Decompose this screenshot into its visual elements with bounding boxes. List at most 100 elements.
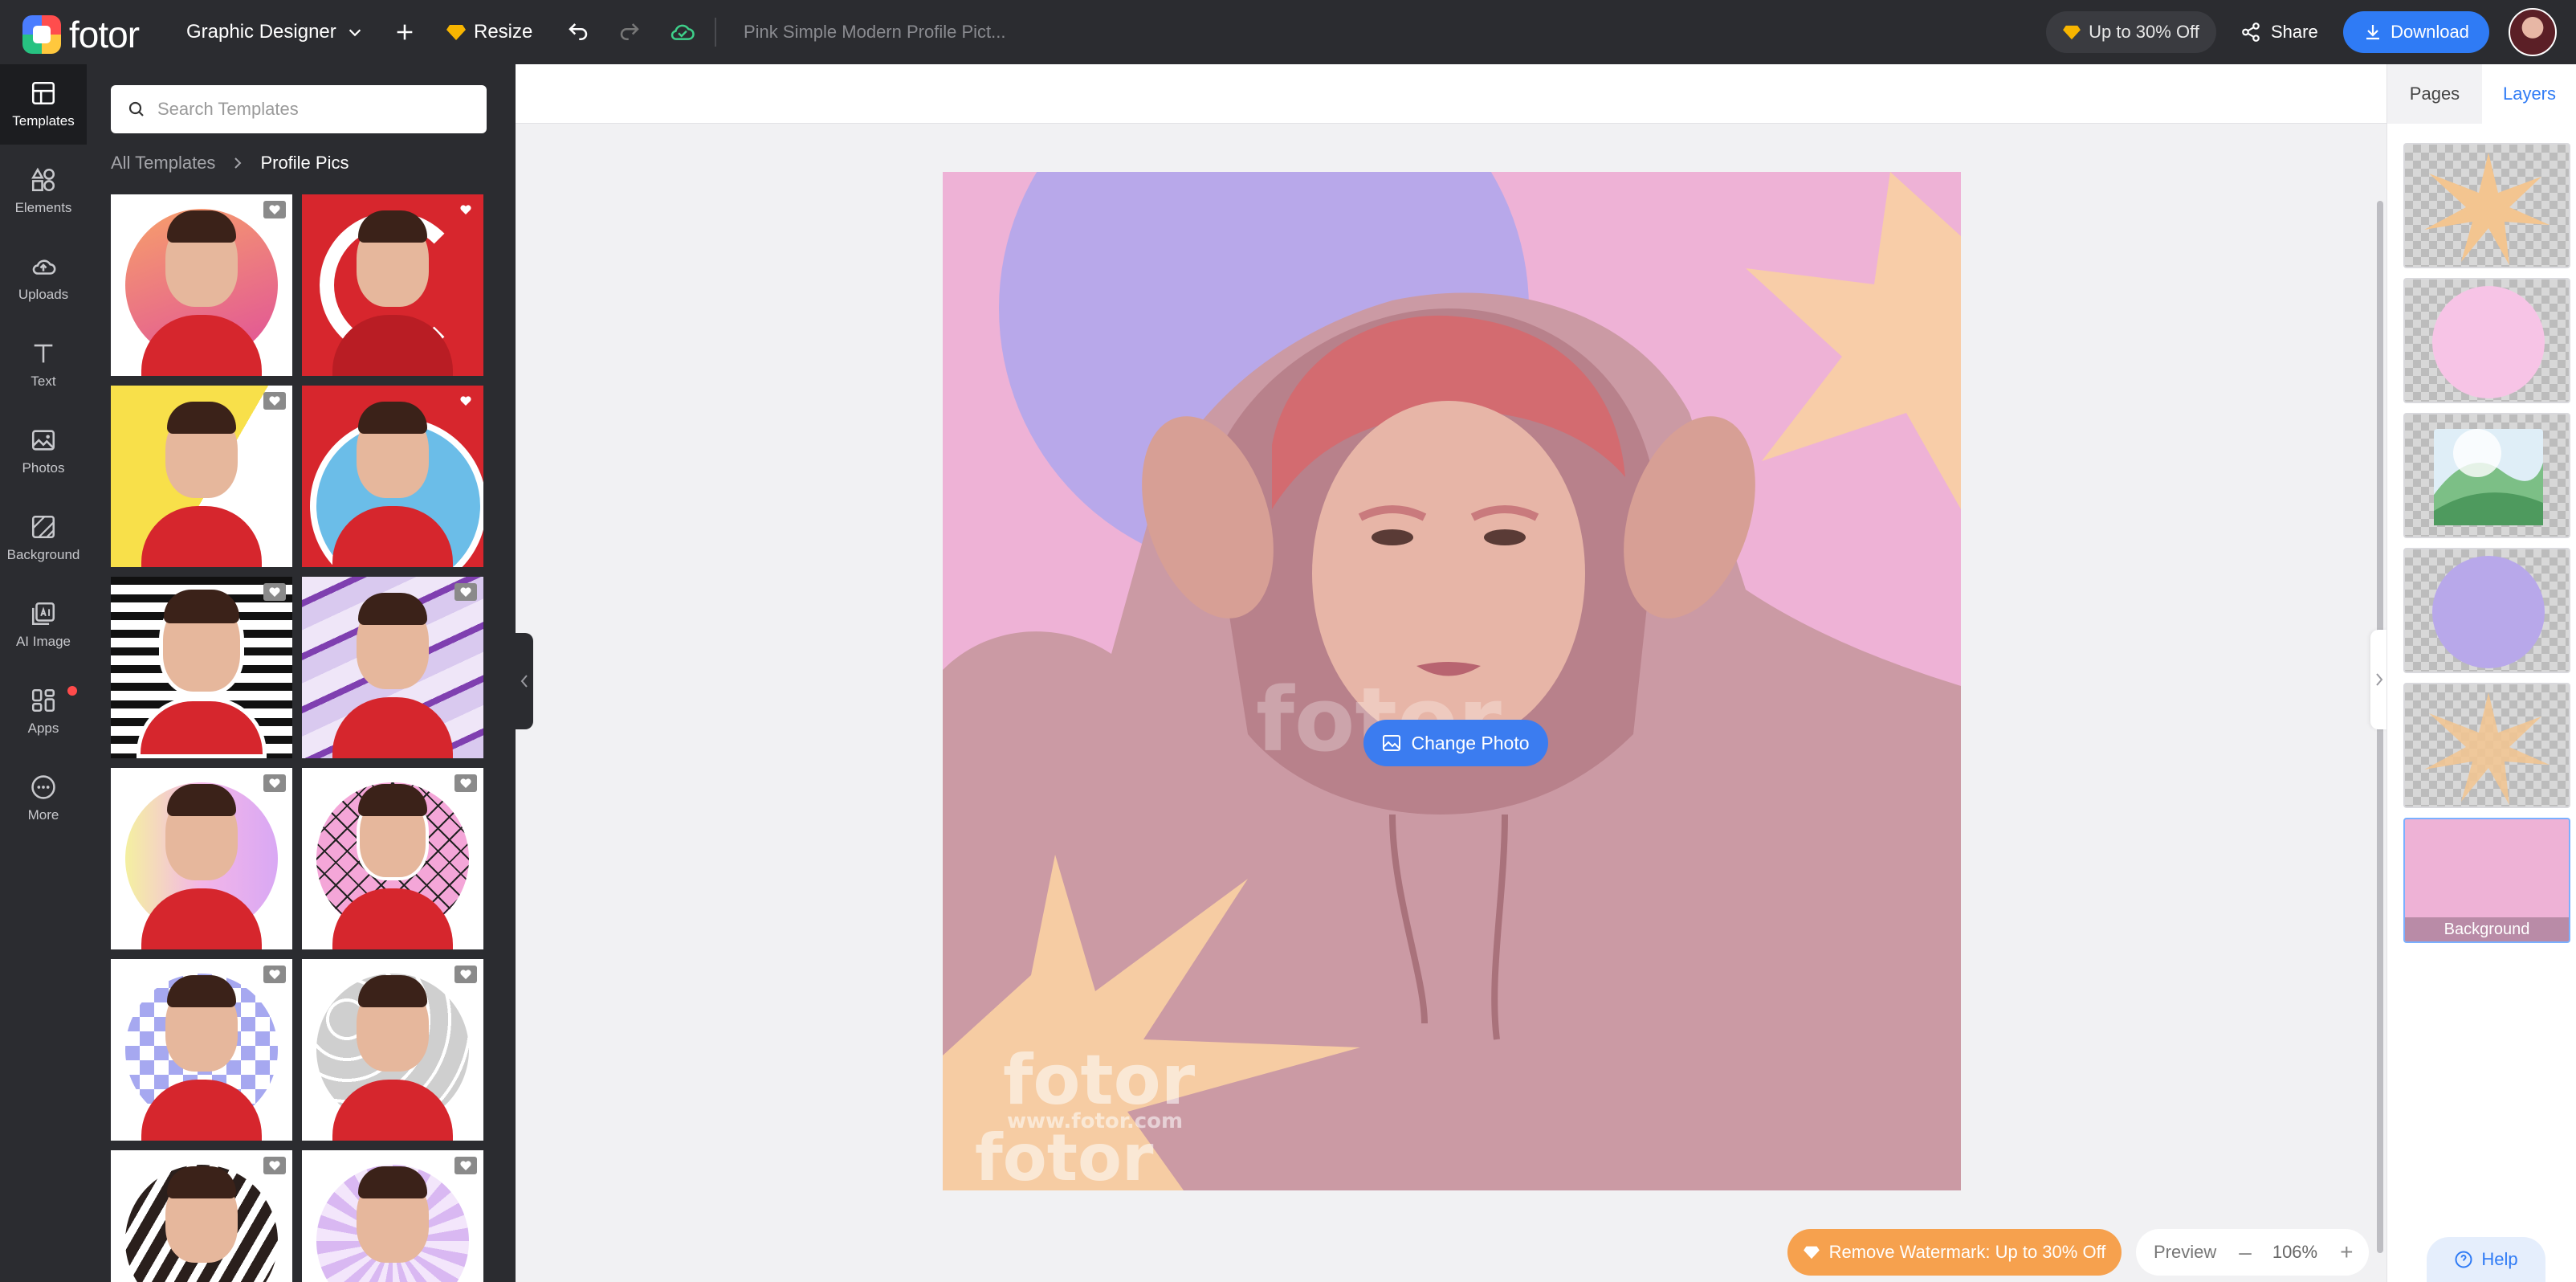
rail-item-ai-image[interactable]: AI Image — [0, 585, 87, 665]
search-icon — [128, 101, 144, 116]
background-icon — [31, 515, 55, 539]
remove-watermark-button[interactable]: Remove Watermark: Up to 30% Off — [1787, 1229, 2122, 1276]
text-icon — [34, 344, 53, 363]
favorite-icon[interactable] — [263, 774, 286, 792]
zoom-level[interactable]: 106% — [2272, 1242, 2317, 1263]
template-thumbnail[interactable] — [302, 768, 483, 949]
template-thumbnail[interactable] — [302, 577, 483, 758]
breadcrumb-all-templates[interactable]: All Templates — [111, 153, 215, 174]
cloud-saved-icon[interactable] — [666, 16, 699, 48]
role-dropdown-label: Graphic Designer — [186, 21, 336, 43]
diamond-icon — [1803, 1246, 1820, 1260]
rail-label: Photos — [22, 460, 65, 476]
chevron-down-icon — [348, 29, 361, 37]
template-thumbnail[interactable] — [111, 959, 292, 1141]
share-button[interactable]: Share — [2240, 11, 2318, 53]
tab-layers[interactable]: Layers — [2482, 64, 2576, 124]
search-box[interactable] — [111, 85, 487, 133]
search-input[interactable] — [157, 99, 463, 120]
favorite-icon[interactable] — [454, 583, 477, 601]
layer-item-background[interactable]: Background — [2403, 818, 2570, 943]
panel-collapse-handle[interactable] — [516, 633, 533, 729]
template-grid — [111, 194, 488, 1282]
layer-item-pink-circle[interactable] — [2403, 278, 2570, 403]
rail-item-elements[interactable]: Elements — [0, 151, 87, 231]
zoom-controls: Preview – 106% + — [2136, 1229, 2369, 1276]
download-button[interactable]: Download — [2343, 11, 2489, 53]
download-label: Download — [2391, 22, 2469, 42]
template-thumbnail[interactable] — [111, 768, 292, 949]
rail-label: Apps — [27, 721, 59, 736]
add-page-icon[interactable] — [389, 16, 421, 48]
template-thumbnail[interactable] — [302, 1150, 483, 1282]
download-icon — [2366, 25, 2380, 40]
layers-panel: Pages Layers Background — [2386, 64, 2576, 1282]
preview-button[interactable]: Preview — [2154, 1242, 2216, 1263]
replace-image-icon — [1383, 735, 1401, 751]
elements-icon — [31, 167, 55, 192]
rail-label: More — [27, 807, 59, 823]
right-panel-collapse-handle[interactable] — [2370, 630, 2388, 729]
document-title[interactable]: Pink Simple Modern Profile Pict... — [744, 0, 1005, 64]
right-panel-tabs: Pages Layers — [2387, 64, 2576, 124]
rail-label: Background — [6, 547, 80, 562]
rail-label: Text — [31, 374, 56, 389]
pink-circle-layer-thumb — [2432, 286, 2545, 398]
rail-label: Elements — [14, 200, 72, 215]
toolbar-divider — [715, 18, 716, 47]
share-label: Share — [2271, 22, 2318, 42]
apps-icon — [31, 688, 55, 712]
template-thumbnail[interactable] — [111, 577, 292, 758]
rail-item-uploads[interactable]: Uploads — [0, 238, 87, 318]
design-artboard[interactable]: fotor www.fotor.com fotor fotor — [943, 172, 1961, 1190]
rail-item-apps[interactable]: Apps — [0, 672, 87, 752]
rail-label: Uploads — [18, 287, 69, 302]
rail-item-photos[interactable]: Photos — [0, 411, 87, 492]
favorite-icon[interactable] — [454, 1157, 477, 1174]
undo-icon[interactable] — [562, 16, 594, 48]
starburst-layer-thumb — [2424, 153, 2550, 265]
resize-label: Resize — [474, 21, 533, 43]
layer-item-starburst[interactable] — [2403, 143, 2570, 268]
lavender-circle-layer-thumb — [2432, 556, 2545, 668]
promo-button[interactable]: Up to 30% Off — [2046, 11, 2216, 53]
favorite-icon[interactable] — [454, 774, 477, 792]
favorite-icon[interactable] — [263, 392, 286, 410]
redo-icon[interactable] — [613, 16, 646, 48]
chevron-right-icon — [234, 157, 242, 169]
rail-item-background[interactable]: Background — [0, 498, 87, 578]
rail-label: AI Image — [15, 634, 71, 649]
zoom-in-button[interactable]: + — [2340, 1239, 2353, 1265]
rail-item-more[interactable]: More — [0, 758, 87, 839]
template-thumbnail[interactable] — [111, 386, 292, 567]
layer-item-lavender-circle[interactable] — [2403, 548, 2570, 673]
favorite-icon[interactable] — [263, 1157, 286, 1174]
role-dropdown[interactable]: Graphic Designer — [186, 0, 364, 64]
rail-item-templates[interactable]: Templates — [0, 64, 87, 145]
change-photo-button[interactable]: Change Photo — [1363, 720, 1548, 766]
template-thumbnail[interactable] — [302, 194, 483, 376]
favorite-icon[interactable] — [263, 966, 286, 983]
tab-pages[interactable]: Pages — [2387, 64, 2482, 124]
template-thumbnail[interactable] — [111, 194, 292, 376]
diamond-icon — [446, 25, 466, 40]
favorite-icon[interactable] — [454, 201, 477, 218]
rail-item-text[interactable]: Text — [0, 325, 87, 405]
favorite-icon[interactable] — [454, 966, 477, 983]
template-thumbnail[interactable] — [302, 386, 483, 567]
help-button[interactable]: Help — [2427, 1237, 2545, 1282]
resize-button[interactable]: Resize — [446, 0, 532, 64]
breadcrumb-profile-pics: Profile Pics — [260, 153, 349, 173]
zoom-out-button[interactable]: – — [2239, 1239, 2252, 1265]
svg-text:fotor: fotor — [975, 1121, 1154, 1190]
favorite-icon[interactable] — [263, 583, 286, 601]
favorite-icon[interactable] — [263, 201, 286, 218]
fotor-logo[interactable]: fotor — [22, 13, 140, 56]
template-thumbnail[interactable] — [111, 1150, 292, 1282]
layer-item-photo[interactable] — [2403, 413, 2570, 538]
template-thumbnail[interactable] — [302, 959, 483, 1141]
layer-item-starburst-2[interactable] — [2403, 683, 2570, 808]
user-avatar[interactable] — [2509, 8, 2557, 56]
apps-notification-dot — [67, 686, 77, 696]
favorite-icon[interactable] — [454, 392, 477, 410]
